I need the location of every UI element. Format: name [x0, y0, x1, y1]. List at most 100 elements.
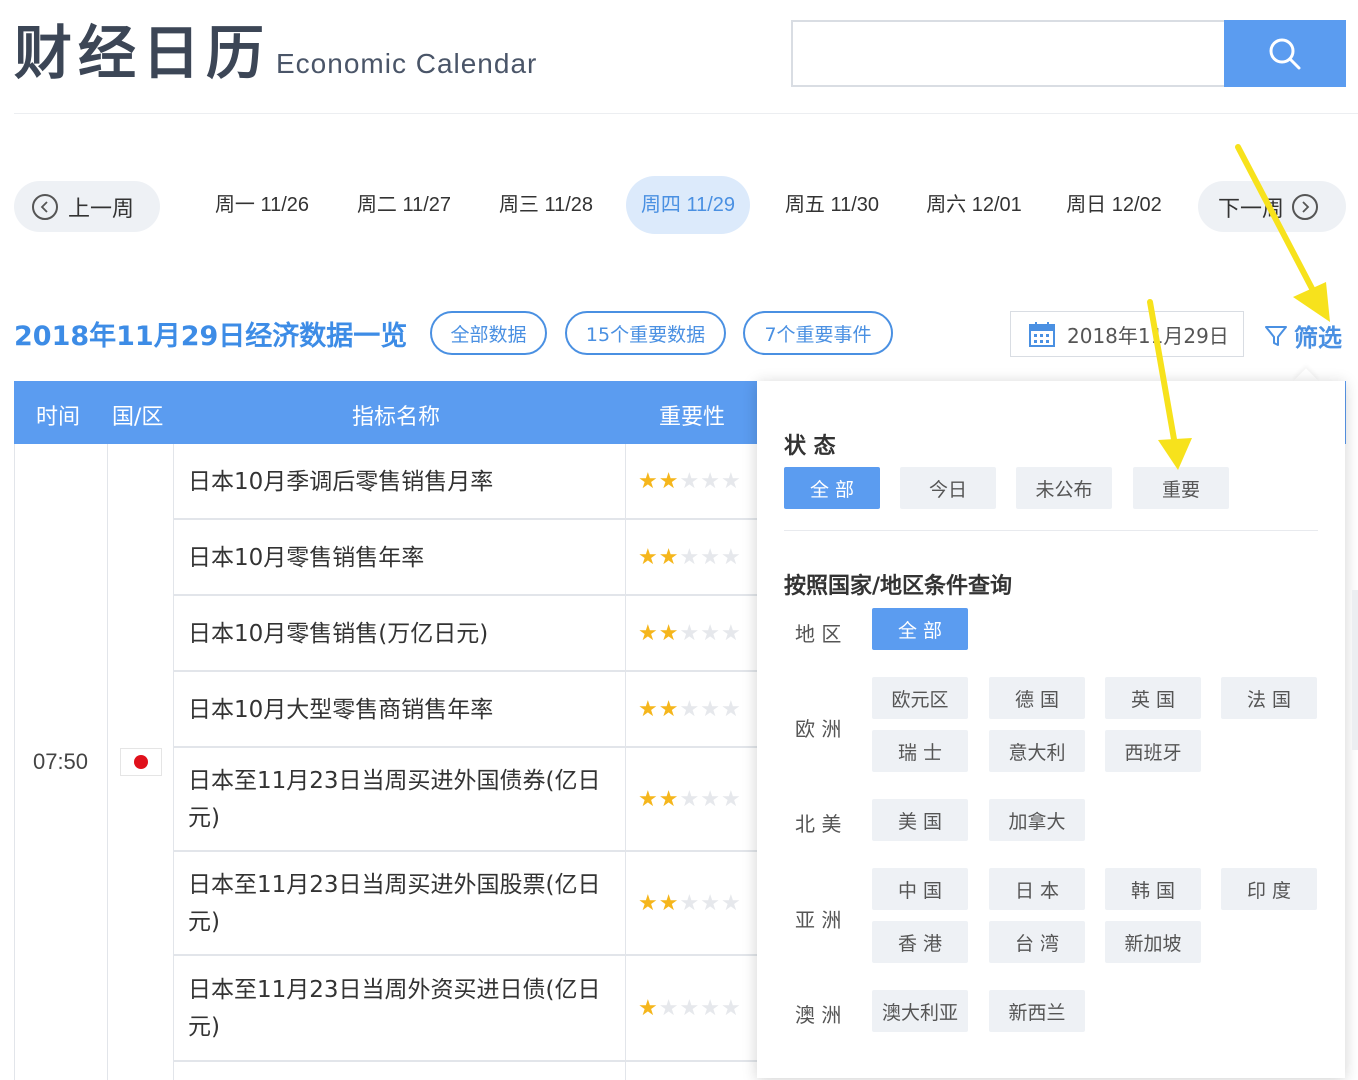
region-label: 亚 洲	[795, 907, 842, 932]
filter-label: 筛选	[1294, 324, 1342, 352]
star-icon: ★	[679, 891, 700, 916]
indicator-name: 日本10月零售销售年率	[188, 544, 425, 571]
table-row[interactable]: 日本至11月23日当周买进外国债券(亿日元) ★ ★ ★ ★ ★	[174, 748, 784, 852]
country-chip[interactable]: 西班牙	[1105, 730, 1201, 772]
star-icon: ★	[638, 891, 658, 916]
country-section-title: 按照国家/地区条件查询	[784, 574, 1013, 599]
region-label-all: 地 区	[795, 622, 842, 646]
filter-button[interactable]: 筛选	[1264, 318, 1342, 353]
star-icon: ★	[720, 545, 741, 570]
important-data-pill[interactable]: 15个重要数据	[565, 311, 726, 355]
star-icon: ★	[700, 621, 720, 646]
star-icon: ★	[720, 469, 741, 494]
status-chip[interactable]: 全 部	[784, 467, 880, 509]
star-icon: ★	[679, 545, 700, 570]
star-icon: ★	[700, 545, 720, 570]
region-label: 北 美	[795, 812, 842, 836]
date-picker-value: 2018年11月29日	[1067, 323, 1229, 348]
country-chip[interactable]: 中 国	[872, 868, 968, 910]
table-row[interactable]: 日本10月大型零售商销售年率 ★ ★ ★ ★ ★	[174, 672, 784, 748]
country-chip[interactable]: 美 国	[872, 799, 968, 841]
scrollbar[interactable]	[1352, 590, 1358, 750]
table-row[interactable]: 日本10月零售销售(万亿日元) ★ ★ ★ ★ ★	[174, 596, 784, 672]
star-icon: ★	[679, 787, 700, 812]
country-chip[interactable]: 意大利	[989, 730, 1085, 772]
status-chip[interactable]: 未公布	[1016, 467, 1112, 509]
star-icon: ★	[720, 787, 741, 812]
calendar-icon	[1029, 322, 1055, 347]
country-chip[interactable]: 台 湾	[989, 921, 1085, 963]
importance-stars: ★ ★ ★ ★ ★	[638, 789, 742, 811]
country-chip[interactable]: 瑞 士	[872, 730, 968, 772]
star-icon: ★	[658, 891, 679, 916]
importance-stars: ★ ★ ★ ★ ★	[638, 998, 742, 1020]
prev-week-button[interactable]: 上一周	[14, 181, 160, 232]
day-tab[interactable]: 周日 12/02	[1048, 176, 1180, 234]
search-input[interactable]	[791, 20, 1225, 87]
day-tab[interactable]: 周四 11/29	[626, 176, 750, 234]
date-picker[interactable]: 2018年11月29日	[1010, 311, 1244, 357]
indicator-name: 日本10月季调后零售销售月率	[188, 468, 494, 495]
star-icon: ★	[638, 621, 658, 646]
region-all-chip[interactable]: 全 部	[872, 608, 968, 650]
star-icon: ★	[658, 787, 679, 812]
country-chip[interactable]: 印 度	[1221, 868, 1317, 910]
day-tab[interactable]: 周一 11/26	[196, 176, 328, 234]
star-icon: ★	[679, 469, 700, 494]
next-week-button[interactable]: 下一周	[1198, 181, 1346, 232]
country-chip[interactable]: 日 本	[989, 868, 1085, 910]
importance-stars: ★ ★ ★ ★ ★	[638, 623, 742, 645]
important-events-pill[interactable]: 7个重要事件	[743, 311, 893, 355]
table-row[interactable]: 日本至11月23日当周外资买进日债(亿日元) ★ ★ ★ ★ ★	[174, 956, 784, 1062]
country-chip[interactable]: 新西兰	[989, 990, 1085, 1032]
header-time: 时间	[36, 405, 81, 430]
page-subtitle: Economic Calendar	[276, 48, 538, 79]
day-tab[interactable]: 周二 11/27	[338, 176, 470, 234]
region-label: 澳 洲	[795, 1003, 842, 1027]
country-chip[interactable]: 英 国	[1105, 677, 1201, 719]
indicator-name: 日本至11月23日当周买进外国股票(亿日元)	[188, 872, 601, 935]
japan-flag-icon	[119, 748, 162, 776]
importance-stars: ★ ★ ★ ★ ★	[638, 471, 742, 493]
indicator-name: 日本10月零售销售(万亿日元)	[188, 620, 489, 647]
star-icon: ★	[700, 469, 720, 494]
star-icon: ★	[720, 621, 741, 646]
day-tab[interactable]: 周三 11/28	[480, 176, 612, 234]
country-chip[interactable]: 澳大利亚	[872, 990, 968, 1032]
all-data-pill[interactable]: 全部数据	[430, 311, 547, 355]
header-divider	[14, 113, 1358, 114]
summary-title: 2018年11月29日经济数据一览	[14, 321, 408, 352]
day-tab[interactable]: 周六 12/01	[908, 176, 1040, 234]
status-chip[interactable]: 重要	[1133, 467, 1229, 509]
country-chip[interactable]: 新加坡	[1105, 921, 1201, 963]
indicator-name: 日本至11月23日当周买进外国债券(亿日元)	[188, 768, 601, 831]
country-chip[interactable]: 法 国	[1221, 677, 1317, 719]
indicator-name: 日本至11月23日当周外资买进日债(亿日元)	[188, 977, 601, 1040]
day-tab[interactable]: 周五 11/30	[766, 176, 898, 234]
prev-week-label: 上一周	[68, 196, 135, 222]
country-chip[interactable]: 欧元区	[872, 677, 968, 719]
table-row[interactable]: 日本10月零售销售年率 ★ ★ ★ ★ ★	[174, 520, 784, 596]
star-icon: ★	[638, 469, 658, 494]
star-icon: ★	[638, 545, 658, 570]
table-row[interactable]: 日本10月季调后零售销售月率 ★ ★ ★ ★ ★	[174, 444, 784, 520]
header-indicator: 指标名称	[352, 405, 441, 430]
star-icon: ★	[679, 621, 700, 646]
star-icon: ★	[638, 996, 658, 1021]
table-row[interactable]: 日本至11月23日当周买进外国股票(亿日元) ★ ★ ★ ★ ★	[174, 852, 784, 956]
country-chip[interactable]: 香 港	[872, 921, 968, 963]
star-icon: ★	[700, 891, 720, 916]
status-chip[interactable]: 今日	[900, 467, 996, 509]
search-icon	[1269, 38, 1301, 69]
time-cell: 07:50	[32, 749, 89, 774]
country-chip[interactable]: 韩 国	[1105, 868, 1201, 910]
indicator-name: 日本10月大型零售商销售年率	[188, 696, 494, 723]
region-label: 欧 洲	[795, 716, 842, 741]
importance-stars: ★ ★ ★ ★ ★	[638, 893, 742, 915]
calendar-table: 07:50 日本10月季调后零售销售月率 ★ ★ ★ ★ ★ 日本10月零售销售年率 ★ ★ ★ ★…	[14, 444, 784, 1080]
search-button[interactable]	[1224, 20, 1346, 87]
star-icon: ★	[658, 469, 679, 494]
country-chip[interactable]: 德 国	[989, 677, 1085, 719]
country-chip[interactable]: 加拿大	[989, 799, 1085, 841]
star-icon: ★	[700, 697, 720, 722]
